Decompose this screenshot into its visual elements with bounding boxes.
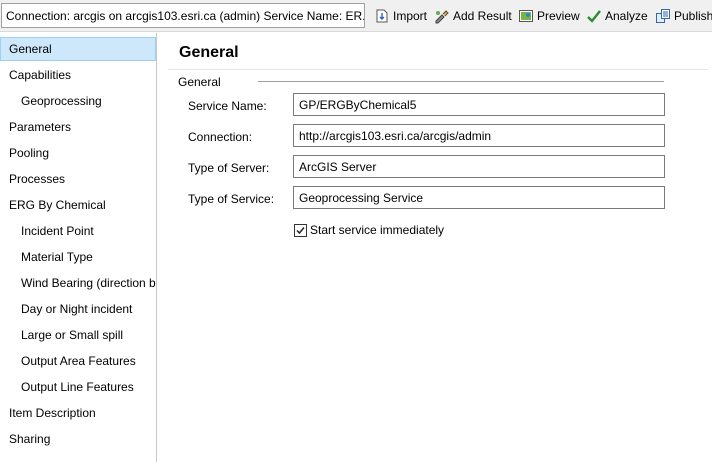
sidebar-item-label: Large or Small spill: [21, 328, 124, 342]
import-icon: [374, 8, 390, 24]
sidebar-item-label: Parameters: [9, 120, 72, 134]
publish-label: Publish: [674, 9, 712, 23]
sidebar-item-parameters[interactable]: Parameters: [0, 115, 156, 139]
sidebar-item-output-line-features[interactable]: Output Line Features: [0, 375, 156, 399]
sidebar-item-wind-bearing[interactable]: Wind Bearing (direction blo: [0, 271, 156, 295]
sidebar-item-general[interactable]: General: [0, 37, 156, 61]
sidebar-item-label: Capabilities: [9, 68, 72, 82]
checkmark-icon: [586, 8, 602, 24]
sidebar-item-processes[interactable]: Processes: [0, 167, 156, 191]
add-result-icon: [434, 8, 450, 24]
import-button[interactable]: Import: [374, 6, 427, 26]
sidebar-item-label: Geoprocessing: [21, 94, 102, 108]
sidebar-item-label: Sharing: [9, 432, 51, 446]
analyze-label: Analyze: [605, 9, 648, 23]
toolbar: Connection: arcgis on arcgis103.esri.ca …: [0, 0, 712, 32]
sidebar-item-label: Wind Bearing (direction blo: [21, 276, 156, 290]
service-type-field[interactable]: [293, 186, 665, 209]
sidebar-item-spill-size[interactable]: Large or Small spill: [0, 323, 156, 347]
sidebar-item-label: General: [9, 42, 52, 56]
service-type-label: Type of Service:: [188, 192, 275, 206]
checkmark-icon: [296, 226, 305, 234]
sidebar-item-sharing[interactable]: Sharing: [0, 427, 156, 451]
sidebar-item-label: Day or Night incident: [21, 302, 133, 316]
settings-sidebar: General Capabilities Geoprocessing Param…: [0, 33, 157, 462]
service-name-field[interactable]: [293, 93, 665, 116]
connection-label: Connection:: [188, 130, 253, 144]
start-service-label: Start service immediately: [310, 223, 445, 237]
connection-service-display: Connection: arcgis on arcgis103.esri.ca …: [1, 3, 365, 28]
sidebar-item-label: Processes: [9, 172, 66, 186]
sidebar-item-incident-point[interactable]: Incident Point: [0, 219, 156, 243]
group-divider: [258, 81, 664, 82]
add-result-label: Add Result: [453, 9, 512, 23]
sidebar-item-label: Item Description: [9, 406, 96, 420]
sidebar-item-item-description[interactable]: Item Description: [0, 401, 156, 425]
sidebar-item-label: Incident Point: [21, 224, 94, 238]
page-title: General: [179, 44, 239, 61]
preview-button[interactable]: Preview: [518, 6, 580, 26]
sidebar-item-pooling[interactable]: Pooling: [0, 141, 156, 165]
server-type-field[interactable]: [293, 155, 665, 178]
sidebar-item-erg-by-chemical[interactable]: ERG By Chemical: [0, 193, 156, 217]
sidebar-item-label: Material Type: [21, 250, 93, 264]
preview-icon: [518, 8, 534, 24]
publish-icon: [655, 8, 671, 24]
publish-button[interactable]: Publish: [655, 6, 712, 26]
sidebar-item-label: Output Line Features: [21, 380, 134, 394]
sidebar-item-label: Pooling: [9, 146, 50, 160]
group-label: General: [178, 75, 221, 89]
sidebar-item-label: ERG By Chemical: [9, 198, 106, 212]
sidebar-item-geoprocessing[interactable]: Geoprocessing: [0, 89, 156, 113]
sidebar-item-label: Output Area Features: [21, 354, 136, 368]
sidebar-item-material-type[interactable]: Material Type: [0, 245, 156, 269]
import-label: Import: [393, 9, 428, 23]
service-name-label: Service Name:: [188, 99, 267, 113]
preview-label: Preview: [537, 9, 580, 23]
add-result-button[interactable]: Add Result: [434, 6, 512, 26]
sidebar-item-output-area-features[interactable]: Output Area Features: [0, 349, 156, 373]
start-service-checkbox[interactable]: [294, 223, 307, 237]
start-service-option[interactable]: Start service immediately: [294, 223, 444, 237]
server-type-label: Type of Server:: [188, 161, 270, 175]
sidebar-item-day-or-night[interactable]: Day or Night incident: [0, 297, 156, 321]
analyze-button[interactable]: Analyze: [586, 6, 648, 26]
title-divider: [168, 69, 708, 70]
connection-field[interactable]: [293, 124, 665, 147]
general-panel: General General Service Name: Connection…: [168, 33, 712, 462]
sidebar-item-capabilities[interactable]: Capabilities: [0, 63, 156, 87]
